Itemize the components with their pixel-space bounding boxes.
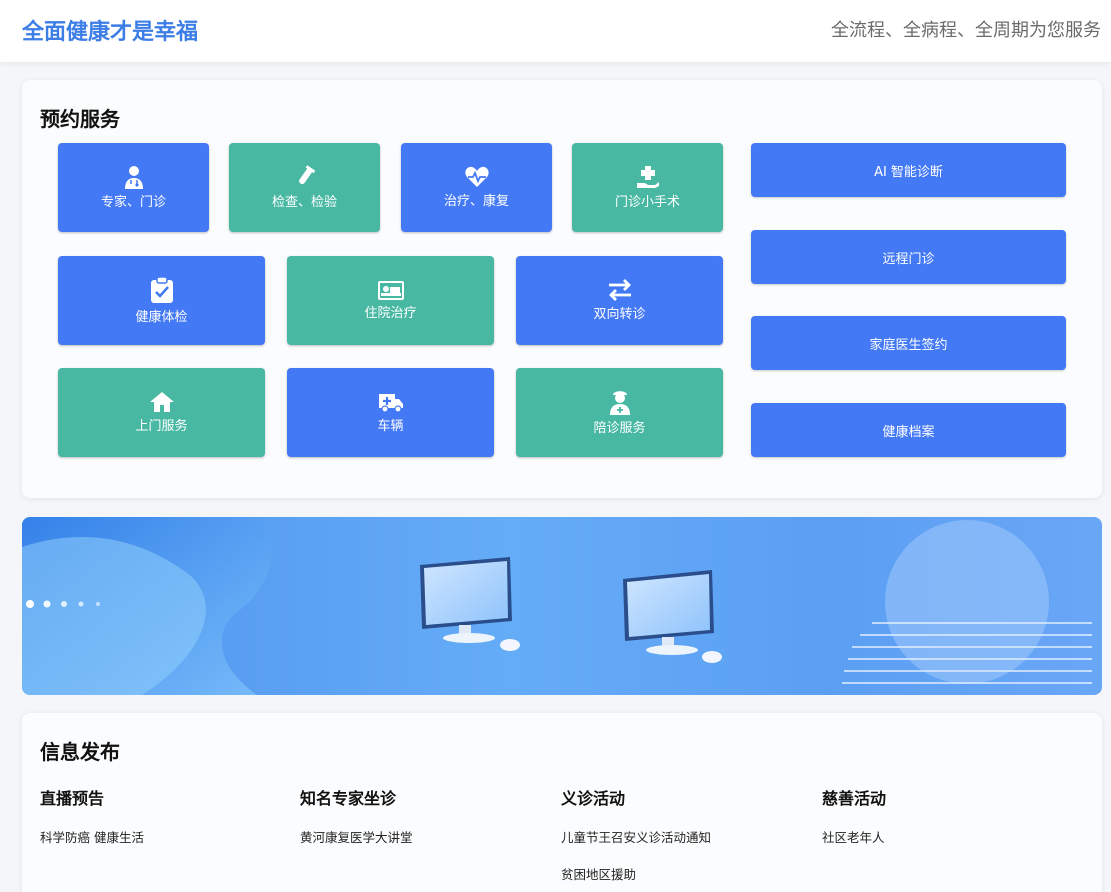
computers-banner-illustration [22,517,1092,695]
tile-label: 车辆 [377,419,404,434]
column-title: 知名专家坐诊 [300,789,397,808]
tile-minor-surgery[interactable]: 门诊小手术 [572,143,723,232]
clipboard-check-icon [150,276,173,303]
info-column-charity: 慈善活动 社区老年人 [822,785,1062,846]
tile-label: 住院治疗 [364,306,417,321]
info-column-experts: 知名专家坐诊 黄河康复医学大讲堂 [300,785,540,846]
tile-label: 健康体检 [135,310,188,325]
tile-label: 陪诊服务 [593,421,646,436]
info-column-live: 直播预告 科学防癌 健康生活 [40,785,280,846]
list-item[interactable]: 社区老年人 [822,827,1062,846]
tile-treatment-rehab[interactable]: 治疗、康复 [401,143,552,232]
tile-vehicle[interactable]: 车辆 [287,368,494,457]
list-item[interactable]: 儿童节王召安义诊活动通知 [561,827,801,846]
site-slogan: 全流程、全病程、全周期为您服务 [831,20,1101,41]
tile-inpatient[interactable]: 住院治疗 [287,256,494,345]
tile-label: 门诊小手术 [614,195,680,210]
list-item[interactable]: 黄河康复医学大讲堂 [300,827,540,846]
tile-escort-service[interactable]: 陪诊服务 [516,368,723,457]
tile-label: 上门服务 [135,419,188,434]
appointment-service-card: 预约服务 专家、门诊 检查、检验 治疗、康复 门诊小手术 健康体检 住院治疗 双… [22,80,1102,498]
list-item[interactable]: 科学防癌 健康生活 [40,827,280,846]
info-section-title: 信息发布 [40,740,120,764]
tile-home-service[interactable]: 上门服务 [58,368,265,457]
tile-label: 专家、门诊 [100,195,166,210]
appointment-section-title: 预约服务 [40,107,120,131]
arrows-exchange-icon [608,279,631,301]
heartbeat-icon [464,166,489,187]
tile-label: 双向转诊 [593,307,646,322]
top-header: 全面健康才是幸福 全流程、全病程、全周期为您服务 [0,0,1111,62]
hand-medical-icon [636,166,659,188]
column-title: 慈善活动 [822,789,887,808]
doctor-icon [124,166,143,189]
health-record-button[interactable]: 健康档案 [751,403,1066,457]
ai-diagnosis-button[interactable]: AI 智能诊断 [751,143,1066,197]
hospital-bed-icon [377,281,404,300]
tile-referral[interactable]: 双向转诊 [516,256,723,345]
home-icon [149,392,174,412]
column-title: 义诊活动 [561,789,626,808]
site-title: 全面健康才是幸福 [22,20,199,45]
ambulance-icon [378,394,403,413]
tile-expert-clinic[interactable]: 专家、门诊 [58,143,209,232]
nurse-icon [609,391,630,415]
info-release-card: 信息发布 直播预告 科学防癌 健康生活 知名专家坐诊 黄河康复医学大讲堂 义诊活… [22,713,1102,892]
info-column-free-clinic: 义诊活动 儿童节王召安义诊活动通知 贫困地区援助 [561,785,801,883]
tile-health-checkup[interactable]: 健康体检 [58,256,265,345]
test-tube-icon [298,165,315,185]
column-title: 直播预告 [40,789,105,808]
remote-clinic-button[interactable]: 远程门诊 [751,230,1066,284]
tile-label: 检查、检验 [271,195,337,210]
promo-banner [22,517,1102,695]
list-item[interactable]: 贫困地区援助 [561,864,801,883]
tile-label: 治疗、康复 [443,194,509,209]
tile-examination[interactable]: 检查、检验 [229,143,380,232]
family-doctor-button[interactable]: 家庭医生签约 [751,316,1066,370]
